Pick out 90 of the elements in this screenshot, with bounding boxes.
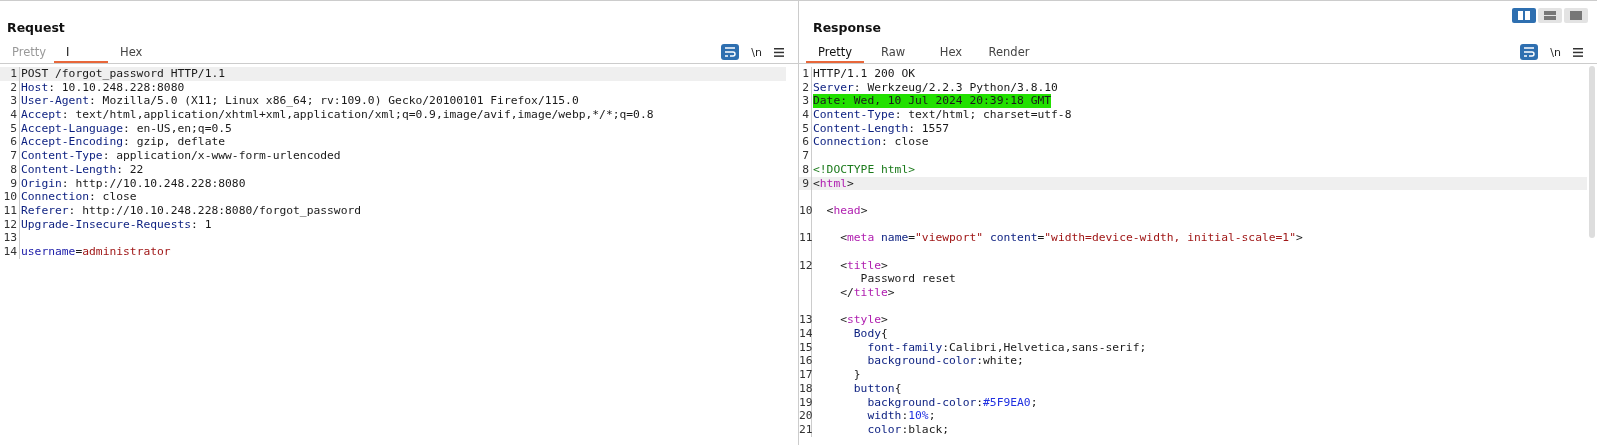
code-line: Connection: close	[813, 135, 929, 150]
line-number: 20	[799, 409, 813, 423]
code-line: Content-Type: application/x-www-form-urlencoded	[21, 149, 341, 163]
code-line: <style>	[839, 313, 888, 328]
code-line: </title>	[839, 286, 895, 300]
two-row-icon	[1544, 11, 1556, 20]
line-number: 2	[802, 80, 809, 94]
line-number: 2	[10, 80, 17, 94]
code-line: Host: 10.10.248.228:8080	[21, 80, 185, 95]
line-number: 21	[799, 422, 813, 436]
code-line: Body{	[852, 327, 888, 341]
word-wrap-icon[interactable]	[1520, 44, 1539, 60]
line-number: 7	[802, 149, 809, 163]
line-number: 15	[799, 340, 813, 354]
code-line: <head>	[825, 203, 868, 218]
line-number: 14	[799, 327, 813, 341]
code-line: Origin: http://10.10.248.228:8080	[21, 176, 246, 191]
line-number: 1	[10, 67, 17, 80]
code-line: HTTP/1.1 200 OK	[813, 67, 916, 81]
line-number: 16	[799, 354, 813, 368]
line-number: 1	[802, 67, 809, 80]
layout-toggle-button[interactable]	[1564, 8, 1588, 23]
code-line: Content-Type: text/html; charset=utf-8	[813, 108, 1072, 122]
menu-icon[interactable]	[774, 47, 784, 57]
code-line: Accept: text/html,application/xhtml+xml,application/xml;q=0.9,image/avif,image/webp,*/*;q=0.8	[21, 108, 654, 122]
layout-toggle-button[interactable]	[1538, 8, 1562, 23]
code-line: <meta name="viewport" content="width=device-width, initial-scale=1">	[839, 231, 1303, 245]
line-number: 3	[802, 94, 809, 108]
code-line: background-color:#5F9EA0;	[866, 395, 1038, 410]
line-number: 13	[3, 231, 17, 245]
code-line: POST /forgot_password HTTP/1.1	[21, 67, 226, 81]
line-number: 8	[10, 162, 17, 176]
line-number: 10	[3, 190, 17, 204]
code-line: <!DOCTYPE html>	[813, 162, 916, 177]
code-line: color:black;	[866, 422, 950, 437]
menu-icon[interactable]	[1573, 47, 1583, 57]
line-number: 3	[10, 94, 17, 108]
single-pane-icon	[1570, 11, 1582, 20]
line-number: 11	[3, 203, 17, 217]
word-wrap-icon[interactable]	[721, 44, 740, 60]
line-number: 18	[799, 381, 813, 395]
line-number: 6	[10, 135, 17, 149]
newline-toggle[interactable]: \n	[751, 45, 762, 59]
view-tab[interactable]: I	[54, 41, 108, 63]
view-tab[interactable]: Hex	[922, 41, 980, 63]
code-line: Content-Length: 22	[21, 162, 144, 177]
code-line: <title>	[839, 258, 888, 273]
view-tab[interactable]: Raw	[864, 41, 922, 63]
code-line: <html>	[813, 176, 854, 191]
line-number: 9	[802, 176, 809, 190]
code-line: Content-Length: 1557	[813, 121, 950, 136]
line-number: 5	[10, 121, 17, 135]
line-number: 12	[799, 258, 813, 272]
line-number: 9	[10, 176, 17, 190]
line-number: 7	[10, 149, 17, 163]
code-line: username=administrator	[21, 244, 171, 259]
code-line: button{	[852, 381, 902, 396]
code-line: Accept-Language: en-US,en;q=0.5	[21, 121, 232, 136]
panel-title: Response	[813, 20, 881, 35]
line-number: 19	[799, 395, 813, 409]
view-tab[interactable]: Hex	[108, 41, 162, 63]
view-tab[interactable]: Render	[980, 41, 1038, 63]
code-line: Server: Werkzeug/2.2.3 Python/3.8.10	[813, 80, 1058, 95]
line-number: 17	[799, 368, 813, 382]
code-line: font-family:Calibri,Helvetica,sans-serif;	[866, 340, 1147, 355]
code-line: Accept-Encoding: gzip, deflate	[21, 135, 226, 150]
line-number: 12	[3, 217, 17, 231]
line-number: 5	[802, 121, 809, 135]
line-number: 13	[799, 313, 813, 327]
scrollbar[interactable]	[1589, 66, 1595, 238]
line-number: 11	[799, 231, 813, 245]
newline-toggle[interactable]: \n	[1550, 45, 1561, 59]
line-number: 8	[802, 162, 809, 176]
code-line: Password reset	[859, 272, 956, 286]
view-tab[interactable]: Pretty	[806, 41, 864, 63]
code-line: Connection: close	[21, 190, 137, 204]
code-line: Upgrade-Insecure-Requests: 1	[21, 217, 212, 232]
two-column-icon	[1518, 11, 1530, 20]
line-number: 14	[3, 244, 17, 258]
line-number: 4	[802, 108, 809, 122]
code-line: background-color:white;	[866, 354, 1024, 369]
code-line: width:10%;	[866, 409, 936, 423]
line-number: 10	[799, 203, 813, 217]
line-number: 6	[802, 135, 809, 149]
panel-title: Request	[7, 20, 65, 35]
layout-toggle-button[interactable]	[1512, 8, 1536, 23]
line-number: 4	[10, 108, 17, 122]
code-line: User-Agent: Mozilla/5.0 (X11; Linux x86_64; rv:109.0) Gecko/20100101 Firefox/115.0	[21, 94, 579, 109]
code-line: Referer: http://10.10.248.228:8080/forgot_password	[21, 203, 362, 218]
code-line: }	[852, 368, 861, 382]
